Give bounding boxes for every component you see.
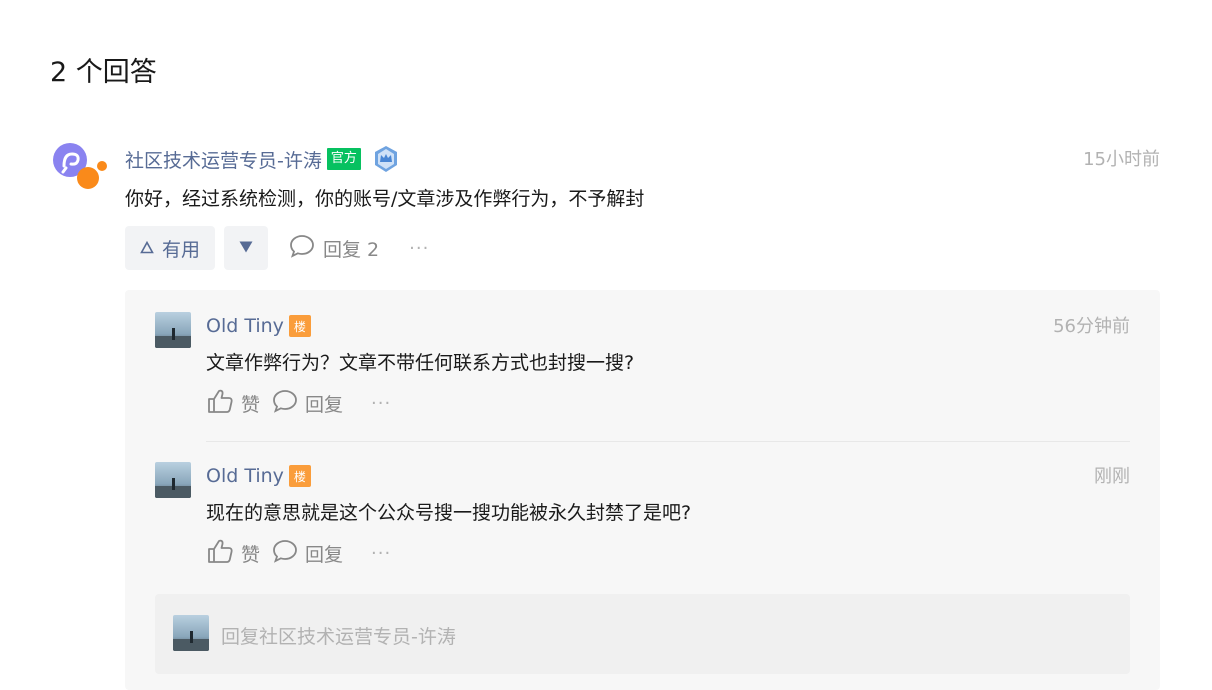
reply-divider [206,441,1130,442]
reply-input[interactable]: 回复社区技术运营专员-许涛 [155,594,1130,674]
reply-button[interactable]: 回复 [272,389,343,418]
more-button[interactable]: ··· [371,393,391,414]
floor-badge: 楼 [288,465,311,487]
crown-shield-icon [372,145,400,173]
triangle-down-icon [238,239,254,258]
more-button[interactable]: ··· [409,238,429,259]
more-button[interactable]: ··· [371,543,391,564]
author-name[interactable]: 社区技术运营专员-许涛 [125,146,322,173]
reply-time: 刚刚 [1094,466,1130,487]
answer-actions: 有用 回复 2 ··· [125,226,429,270]
comment-icon [289,234,315,263]
like-button[interactable]: 赞 [206,538,260,569]
reply-actions: 赞 回复 ··· [206,536,391,570]
reply-avatar[interactable] [155,312,191,348]
reply-button[interactable]: 回复 2 [289,234,379,263]
reply-content: 现在的意思就是这个公众号搜一搜功能被永久封禁了是吧? [206,502,692,524]
comment-icon [272,539,298,568]
reply-author-name[interactable]: Old Tiny [206,315,284,337]
author-avatar[interactable] [52,142,108,198]
reply-author-name[interactable]: Old Tiny [206,465,284,487]
useful-label: 有用 [162,238,201,261]
reply-input-placeholder: 回复社区技术运营专员-许涛 [221,626,456,648]
like-label: 赞 [241,393,261,416]
like-button[interactable]: 赞 [206,388,260,419]
answer-content: 你好，经过系统检测，你的账号/文章涉及作弊行为，不予解封 [125,188,645,210]
reply-button[interactable]: 回复 [272,539,343,568]
comment-icon [272,389,298,418]
answer-time: 15小时前 [1083,149,1160,170]
useful-button[interactable]: 有用 [125,226,216,270]
thumbs-up-icon [206,538,234,569]
like-label: 赞 [241,543,261,566]
official-badge: 官方 [326,148,361,170]
thumbs-up-icon [206,388,234,419]
reply-content: 文章作弊行为？文章不带任何联系方式也封搜一搜? [206,352,635,374]
triangle-up-icon [140,237,154,259]
reply-label: 回复 [305,543,344,566]
reply-label: 回复 [305,393,344,416]
reply-actions: 赞 回复 ··· [206,386,391,420]
my-avatar [173,615,209,651]
reply-author-line: Old Tiny 楼 [206,462,311,490]
author-line: 社区技术运营专员-许涛 官方 [125,145,400,173]
answers-count-title: 2 个回答 [50,57,157,88]
replies-box: Old Tiny 楼 56分钟前 文章作弊行为？文章不带任何联系方式也封搜一搜?… [125,290,1160,690]
reply-author-line: Old Tiny 楼 [206,312,311,340]
reply-count-label: 回复 2 [323,238,380,261]
not-useful-button[interactable] [224,226,269,270]
reply-avatar[interactable] [155,462,191,498]
reply-time: 56分钟前 [1053,316,1130,337]
floor-badge: 楼 [288,315,311,337]
